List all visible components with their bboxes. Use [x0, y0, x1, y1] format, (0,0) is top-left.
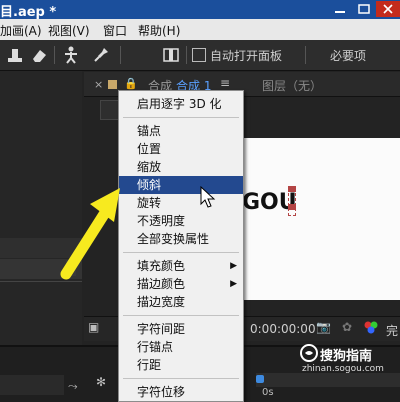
comp-color-icon: [108, 80, 117, 89]
sogou-watermark: 搜狗指南 zhinan.sogou.com: [300, 342, 400, 378]
submenu-arrow-icon: ▶: [230, 261, 237, 271]
menu-stroke-width[interactable]: 描边宽度: [119, 293, 243, 311]
tab-layer[interactable]: 图层（无）: [262, 77, 322, 94]
selection-handle[interactable]: [288, 204, 296, 210]
tools-toolbar: 自动打开面板 必要项: [0, 40, 400, 71]
watermark-brand: 搜狗指南: [320, 349, 373, 364]
menu-enable-3d[interactable]: 启用逐字 3D 化: [119, 95, 243, 113]
menu-stroke-color[interactable]: 描边颜色 ▶: [119, 275, 243, 293]
pin-tool-icon[interactable]: [90, 44, 112, 66]
menu-line-spacing[interactable]: 行距: [119, 356, 243, 374]
shy-layers-icon[interactable]: ⤳: [68, 379, 78, 394]
window-title: 目.aep *: [0, 5, 57, 20]
auto-open-panel-checkbox[interactable]: [192, 48, 206, 62]
close-tab-icon[interactable]: ×: [94, 78, 103, 91]
playhead-handle[interactable]: [256, 375, 264, 383]
color-picker-icon[interactable]: [364, 320, 378, 337]
selection-handle[interactable]: [288, 188, 296, 216]
menu-separator: [123, 315, 239, 316]
time-marker: 0s: [262, 387, 274, 398]
menu-character-offset[interactable]: 字符位移: [119, 383, 243, 401]
view-button[interactable]: [100, 100, 120, 120]
panel-toggle-icon[interactable]: [160, 44, 182, 66]
toolbar-divider: [305, 46, 306, 64]
menu-view[interactable]: 视图(V): [48, 22, 90, 39]
solo-icon[interactable]: ✻: [96, 375, 106, 389]
lock-icon[interactable]: 🔒: [124, 77, 138, 90]
context-menu: 启用逐字 3D 化 锚点 位置 缩放 倾斜 旋转 不透明度 全部变换属性 填充颜…: [118, 90, 244, 402]
workspace-label[interactable]: 必要项: [330, 47, 366, 64]
comp-viewer[interactable]: GOU: [242, 138, 400, 300]
toolbar-divider: [120, 46, 121, 64]
auto-open-panel-label: 自动打开面板: [210, 49, 283, 63]
menu-tracking[interactable]: 字符间距: [119, 320, 243, 338]
grid-icon[interactable]: ▣: [88, 320, 99, 334]
watermark-url: zhinan.sogou.com: [302, 364, 384, 374]
toolbar-divider: [54, 46, 55, 64]
menu-help[interactable]: 帮助(H): [138, 22, 180, 39]
timecode[interactable]: 0:00:00:00: [250, 322, 316, 336]
menu-opacity[interactable]: 不透明度: [119, 212, 243, 230]
annotation-arrow-icon: [50, 182, 130, 282]
close-button[interactable]: [376, 1, 400, 17]
menu-animation[interactable]: 加画(A): [0, 22, 42, 39]
menu-all-transform[interactable]: 全部变换属性: [119, 230, 243, 248]
sogou-logo-icon: [300, 344, 318, 365]
menu-rotation[interactable]: 旋转: [119, 194, 243, 212]
menu-separator: [123, 378, 239, 379]
puppet-tool-icon[interactable]: [60, 44, 82, 66]
menu-separator: [123, 117, 239, 118]
menu-position[interactable]: 位置: [119, 140, 243, 158]
timeline-search-field[interactable]: [0, 375, 64, 395]
mouse-cursor-icon: [200, 185, 216, 210]
eraser-tool-icon[interactable]: [28, 44, 50, 66]
menu-fill-color[interactable]: 填充颜色 ▶: [119, 257, 243, 275]
tab-menu-icon[interactable]: ≡: [220, 76, 230, 90]
camera-icon[interactable]: 📷: [316, 320, 331, 334]
menu-separator: [123, 252, 239, 253]
menu-line-anchor[interactable]: 行锚点: [119, 338, 243, 356]
channels-icon[interactable]: ✿: [342, 320, 352, 334]
menu-anchor-point[interactable]: 锚点: [119, 122, 243, 140]
resolution-label[interactable]: 完: [386, 322, 398, 339]
menu-scale[interactable]: 缩放: [119, 158, 243, 176]
selection-handle[interactable]: [288, 186, 296, 192]
menu-skew[interactable]: 倾斜: [119, 176, 243, 194]
minimize-button[interactable]: [328, 1, 352, 17]
toolbar-divider: [186, 46, 187, 64]
submenu-arrow-icon: ▶: [230, 279, 237, 289]
menu-bar: 加画(A) 视图(V) 窗口 帮助(H): [0, 19, 400, 40]
maximize-button[interactable]: [352, 1, 376, 17]
menu-window[interactable]: 窗口: [103, 22, 127, 39]
title-bar: 目.aep *: [0, 0, 400, 20]
stamp-tool-icon[interactable]: [4, 44, 26, 66]
